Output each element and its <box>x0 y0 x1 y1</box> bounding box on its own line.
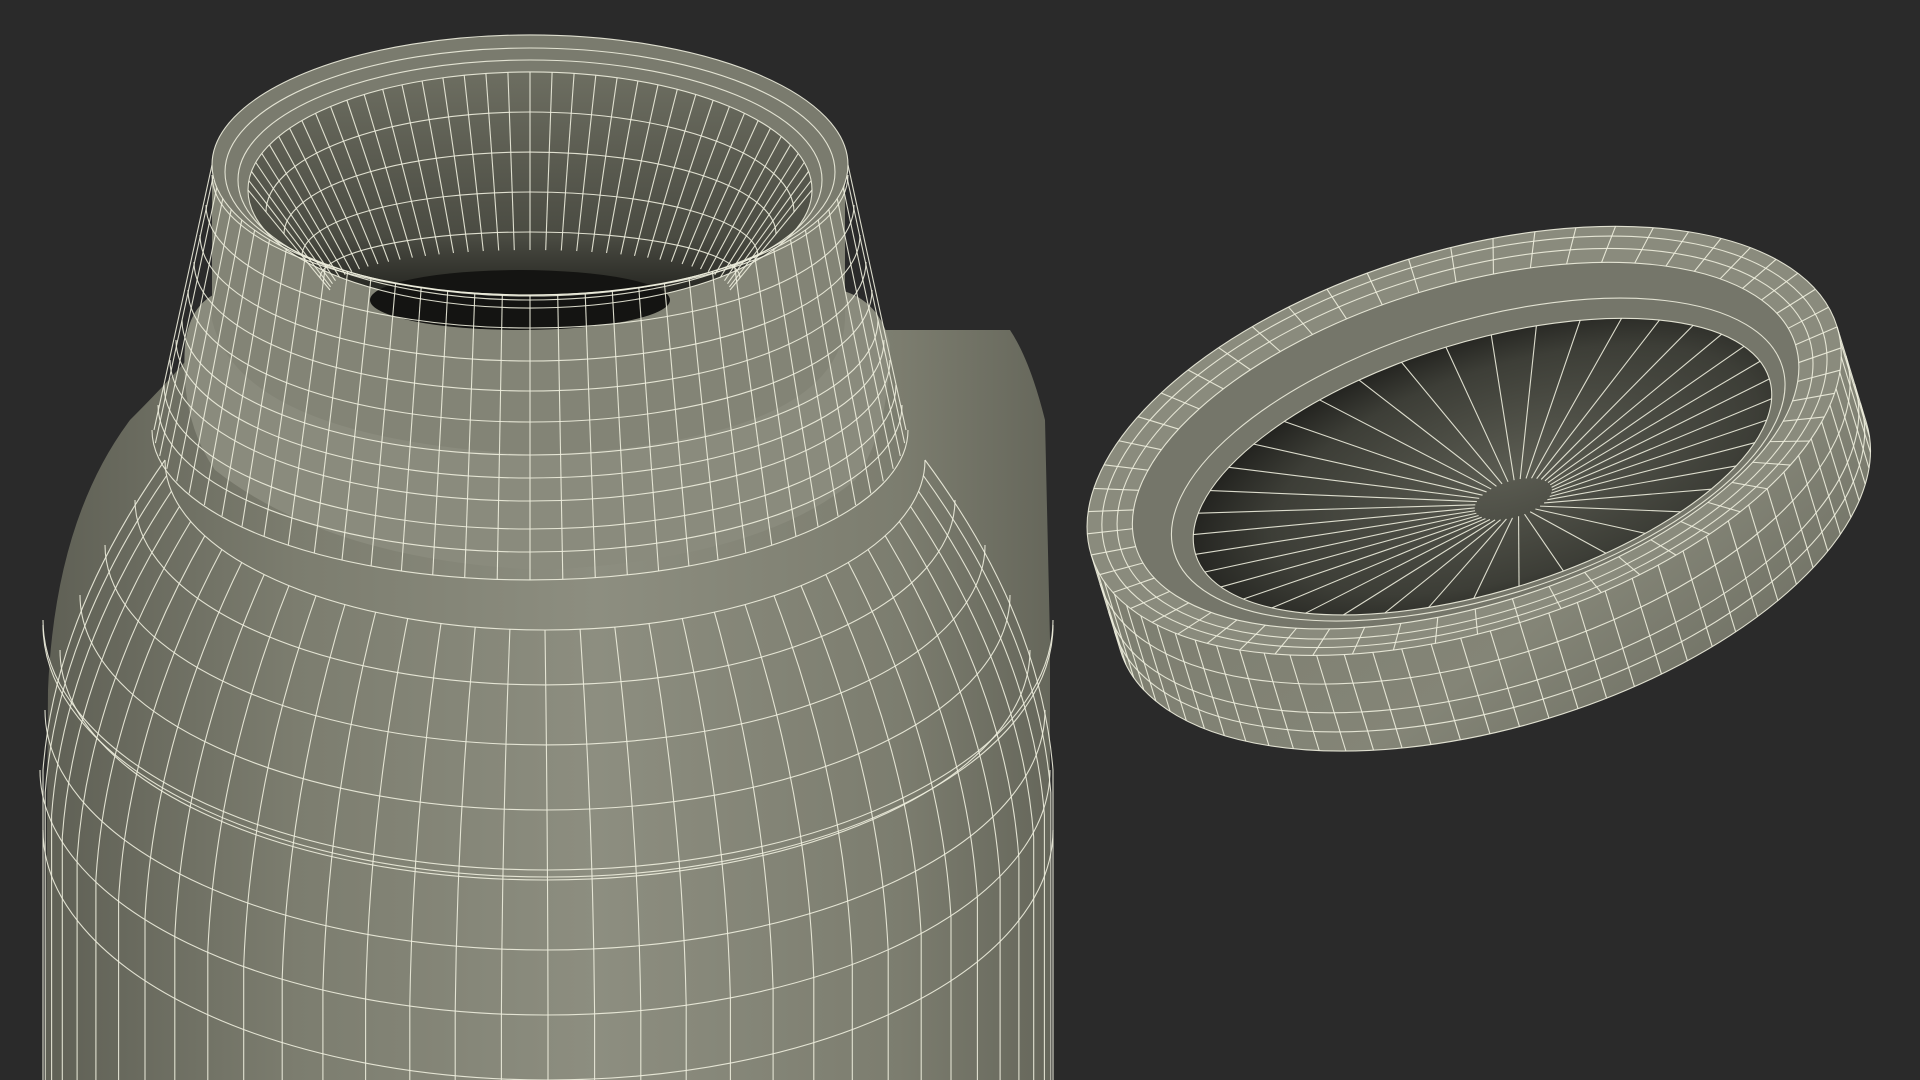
render-viewport <box>0 0 1920 1080</box>
wireframe-render <box>0 0 1920 1080</box>
